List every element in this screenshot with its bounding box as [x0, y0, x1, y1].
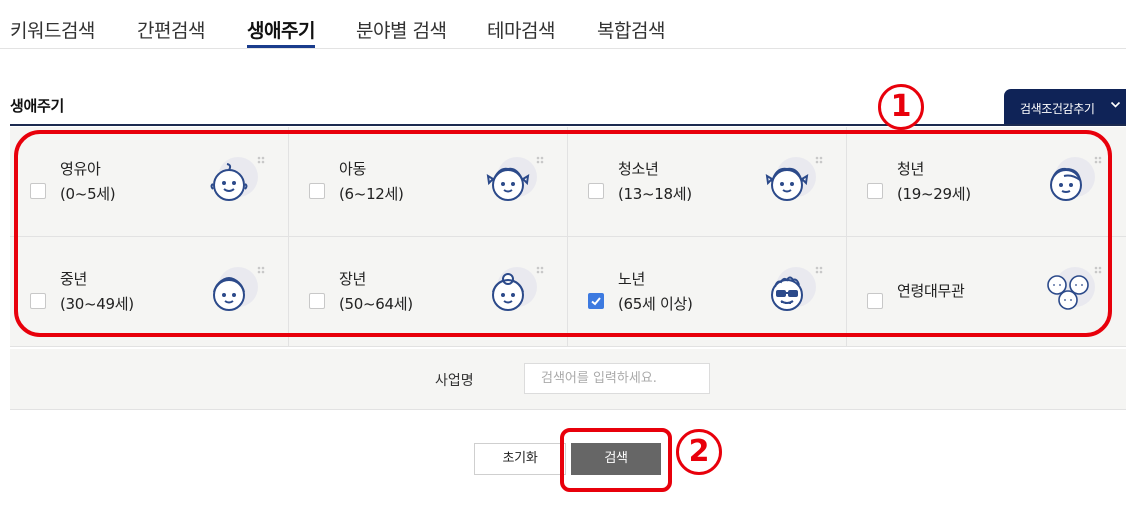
lifecycle-option-senior[interactable]: 노년 (65세 이상) — [568, 237, 847, 347]
checkbox[interactable] — [867, 293, 883, 309]
section-divider — [10, 124, 1126, 126]
all-ages-faces-icon — [1042, 263, 1104, 319]
business-name-row: 사업명 — [10, 349, 1126, 410]
option-label: 중년 — [60, 270, 88, 288]
option-label: 영유아 — [60, 160, 101, 178]
option-age: (13~18세) — [618, 185, 692, 203]
hide-conditions-button[interactable]: 검색조건감추기 — [1004, 89, 1126, 126]
checkbox[interactable] — [30, 293, 46, 309]
lifecycle-grid: 영유아 (0~5세) 아동 (6~12세) 청소년 (13~18세) 청년 (1… — [10, 127, 1126, 347]
search-tabs: 키워드검색 간편검색 생애주기 분야별 검색 테마검색 복합검색 — [0, 0, 1126, 49]
annotation-marker-1: 1 — [878, 84, 924, 130]
checkbox[interactable] — [867, 183, 883, 199]
lifecycle-option-teen[interactable]: 청소년 (13~18세) — [568, 127, 847, 237]
teen-face-icon — [763, 153, 825, 209]
option-age: (30~49세) — [60, 295, 134, 313]
option-label: 연령대무관 — [897, 282, 965, 300]
lifecycle-option-all-ages[interactable]: 연령대무관 — [847, 237, 1126, 347]
search-button[interactable]: 검색 — [571, 443, 661, 475]
child-face-icon — [484, 153, 546, 209]
business-name-input[interactable] — [524, 363, 710, 394]
option-age: (50~64세) — [339, 295, 413, 313]
tab-compound-search[interactable]: 복합검색 — [597, 16, 665, 43]
infant-face-icon — [205, 153, 267, 209]
senior-face-icon — [763, 263, 825, 319]
option-age: (6~12세) — [339, 185, 404, 203]
option-age: (19~29세) — [897, 185, 971, 203]
checkbox[interactable] — [309, 183, 325, 199]
option-age: (65세 이상) — [618, 295, 693, 313]
reset-button[interactable]: 초기화 — [474, 443, 566, 475]
tab-keyword-search[interactable]: 키워드검색 — [10, 16, 95, 43]
checkbox[interactable] — [309, 293, 325, 309]
option-label: 노년 — [618, 270, 646, 288]
lifecycle-option-middle-aged[interactable]: 중년 (30~49세) — [10, 237, 289, 347]
checkbox[interactable] — [588, 183, 604, 199]
tab-lifecycle[interactable]: 생애주기 — [247, 16, 315, 48]
mature-face-icon — [484, 263, 546, 319]
tab-theme-search[interactable]: 테마검색 — [487, 16, 555, 43]
checkbox-checked[interactable] — [588, 293, 604, 309]
chevron-down-icon — [1110, 101, 1121, 108]
annotation-marker-2: 2 — [676, 429, 722, 475]
check-icon — [591, 297, 601, 306]
lifecycle-option-young-adult[interactable]: 청년 (19~29세) — [847, 127, 1126, 237]
business-name-label: 사업명 — [435, 373, 474, 389]
hide-conditions-label: 검색조건감추기 — [1020, 102, 1095, 116]
lifecycle-option-infant[interactable]: 영유아 (0~5세) — [10, 127, 289, 237]
young-adult-face-icon — [1042, 153, 1104, 209]
tab-simple-search[interactable]: 간편검색 — [137, 16, 205, 43]
option-label: 청소년 — [618, 160, 659, 178]
tab-field-search[interactable]: 분야별 검색 — [356, 16, 447, 43]
lifecycle-option-mature[interactable]: 장년 (50~64세) — [289, 237, 568, 347]
middle-aged-face-icon — [205, 263, 267, 319]
option-label: 아동 — [339, 160, 367, 178]
lifecycle-option-child[interactable]: 아동 (6~12세) — [289, 127, 568, 237]
option-label: 장년 — [339, 270, 367, 288]
option-age: (0~5세) — [60, 185, 116, 203]
checkbox[interactable] — [30, 183, 46, 199]
section-title: 생애주기 — [10, 97, 65, 115]
option-label: 청년 — [897, 160, 925, 178]
